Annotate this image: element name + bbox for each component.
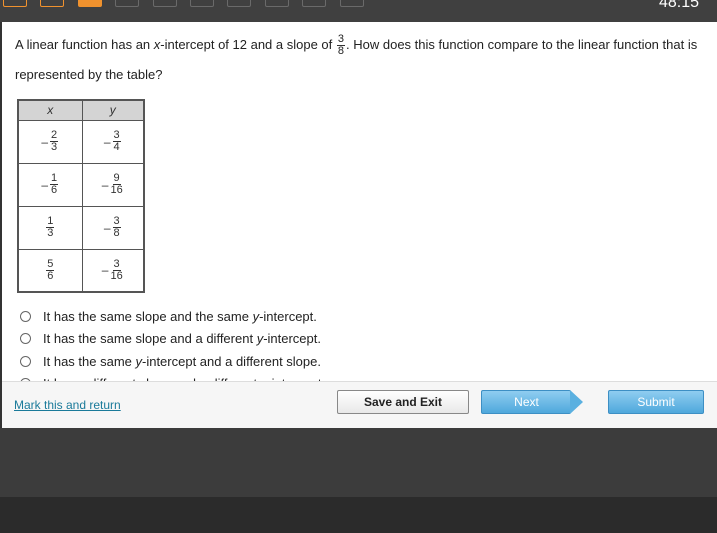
question-part: -intercept of 12 and a slope of: [160, 37, 336, 52]
minus-sign: –: [101, 177, 109, 192]
table-row: 1 3–3 8: [17, 205, 145, 250]
denominator: 4: [113, 141, 120, 153]
fraction: 38: [112, 216, 121, 239]
fraction: 3 16: [110, 257, 123, 282]
denominator: 16: [110, 184, 123, 196]
question-nav-3[interactable]: [77, 0, 102, 7]
fraction: 9 16: [110, 173, 122, 196]
denominator: 8: [113, 227, 120, 239]
fraction: 34: [112, 130, 121, 153]
question-nav-5[interactable]: [152, 0, 177, 7]
question-nav-4[interactable]: [115, 0, 140, 7]
slope-fraction: 38: [336, 34, 346, 58]
option-label: It has the same slope and a different y-…: [43, 331, 321, 347]
header-y: y: [81, 99, 145, 121]
question-nav-2[interactable]: [40, 0, 65, 7]
table-cell: –2 3: [17, 119, 83, 164]
answer-option[interactable]: It has the same slope and the same y-int…: [18, 305, 618, 328]
footer: Mark this and return Save and Exit Next …: [2, 381, 717, 428]
minus-sign: –: [101, 263, 109, 278]
background-area: [0, 428, 717, 497]
header-x: x: [17, 99, 83, 121]
answer-options: It has the same slope and the same y-int…: [18, 305, 618, 382]
denominator: 8: [337, 45, 345, 58]
question-part: A linear function has an: [15, 37, 154, 52]
table-cell: –9 16: [81, 162, 145, 207]
denominator: 3: [51, 141, 58, 153]
table-cell: –3 4: [81, 119, 145, 164]
question-nav-10[interactable]: [339, 0, 364, 7]
option-label: It has the same y-intercept and a differ…: [43, 353, 321, 369]
question-nav-1[interactable]: [3, 0, 27, 7]
table-cell: –3 8: [81, 205, 145, 250]
numerator: 3: [112, 257, 121, 271]
radio-button[interactable]: [20, 333, 31, 345]
next-button[interactable]: Next: [481, 390, 571, 414]
next-arrow[interactable]: [570, 390, 583, 414]
question-nav-8[interactable]: [264, 0, 289, 7]
table-row: –1 6–9 16: [17, 162, 145, 207]
fraction: 23: [50, 130, 59, 153]
top-bar: 48:15: [0, 0, 717, 22]
numerator: 5: [46, 257, 55, 271]
table-cell: 13: [17, 205, 83, 250]
radio-button[interactable]: [20, 355, 31, 367]
minus-sign: –: [41, 177, 49, 192]
values-table: xy –2 3–3 4–1 6–9 16 1 3–3 8 5 6–3 16: [17, 99, 145, 293]
mark-and-return-link[interactable]: Mark this and return: [14, 398, 121, 412]
table-row: 5 6 –3 16: [17, 248, 145, 293]
question-nav-6[interactable]: [190, 0, 214, 7]
denominator: 6: [51, 184, 58, 196]
question-panel: A linear function has an x -intercept of …: [0, 22, 717, 428]
answer-option[interactable]: It has the same slope and a different y-…: [18, 328, 618, 351]
table-cell: –1 6: [17, 162, 83, 207]
denominator: 6: [47, 269, 54, 282]
denominator: 3: [47, 227, 54, 239]
table-row: –2 3–3 4: [17, 119, 145, 164]
minus-sign: –: [103, 220, 111, 235]
fraction: 56: [46, 257, 55, 282]
radio-button[interactable]: [20, 310, 31, 322]
table-cell: –3 16: [81, 248, 145, 293]
question-text: A linear function has an x-intercept of …: [15, 30, 715, 90]
minus-sign: –: [41, 134, 49, 149]
table-cell: 56: [17, 248, 83, 293]
denominator: 16: [110, 269, 123, 282]
option-label: It has the same slope and the same y-int…: [43, 308, 317, 324]
submit-button[interactable]: Submit: [608, 390, 704, 414]
fraction: 16: [50, 173, 59, 196]
timer: 48:15: [658, 0, 699, 11]
question-nav-9[interactable]: [302, 0, 327, 7]
answer-option[interactable]: It has the same y-intercept and a differ…: [18, 350, 618, 373]
save-and-exit-button[interactable]: Save and Exit: [337, 390, 469, 414]
minus-sign: –: [103, 134, 111, 149]
fraction: 13: [46, 216, 55, 239]
question-nav-7[interactable]: [227, 0, 252, 7]
